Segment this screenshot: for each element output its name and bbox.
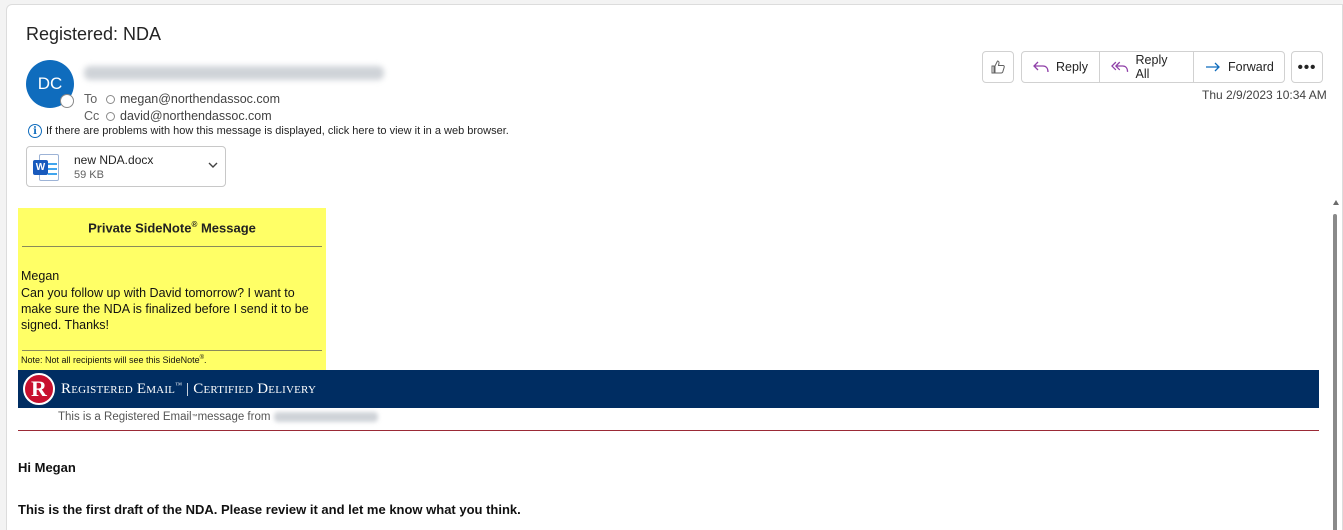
reply-all-button[interactable]: Reply All — [1100, 52, 1194, 82]
scroll-up-icon[interactable] — [1333, 200, 1339, 205]
more-icon: ••• — [1297, 58, 1317, 76]
cc-label: Cc — [84, 109, 100, 123]
cc-line: Cc david@northendassoc.com — [84, 109, 272, 123]
info-notice[interactable]: If there are problems with how this mess… — [46, 125, 509, 137]
to-recipient[interactable]: megan@northendassoc.com — [120, 92, 280, 106]
banner-divider — [18, 430, 1319, 431]
recipient-presence-icon — [106, 111, 115, 121]
recipient-presence-icon — [106, 94, 115, 104]
display-info-bar[interactable]: i If there are problems with how this me… — [28, 124, 509, 138]
sender-name-redacted[interactable] — [84, 66, 384, 80]
sidenote-recipient: Megan — [21, 269, 60, 283]
sidenote-body: Can you follow up with David tomorrow? I… — [21, 286, 309, 332]
chevron-down-icon[interactable] — [207, 159, 219, 171]
reply-icon — [1033, 61, 1049, 73]
sender-initials: DC — [37, 74, 63, 93]
registered-subtitle: This is a Registered Email ™ message from — [58, 411, 379, 423]
forward-label: Forward — [1228, 60, 1274, 74]
reply-label: Reply — [1056, 60, 1088, 74]
forward-button[interactable]: Forward — [1194, 52, 1284, 82]
sidenote-divider — [22, 246, 322, 247]
more-actions-button[interactable]: ••• — [1291, 51, 1323, 83]
like-button[interactable] — [982, 51, 1014, 83]
reply-all-label: Reply All — [1135, 53, 1168, 81]
sidenote-title: Private SideNote® Message — [88, 220, 256, 236]
sidenote-box: Private SideNote® Message Megan Can you … — [18, 208, 326, 370]
info-icon: i — [28, 124, 42, 138]
reply-button[interactable]: Reply — [1022, 52, 1100, 82]
message-subject: Registered: NDA — [26, 24, 162, 44]
registered-brand: Registered Email™ | Certified Delivery — [61, 380, 317, 397]
attachment-card[interactable]: W new NDA.docx 59 KB — [26, 146, 226, 187]
to-line: To megan@northendassoc.com — [84, 92, 280, 106]
reply-all-icon — [1111, 61, 1129, 72]
scrollbar-thumb[interactable] — [1333, 214, 1337, 530]
body-paragraph: This is the first draft of the NDA. Plea… — [18, 502, 521, 517]
presence-status-icon — [60, 94, 74, 108]
sidenote-divider — [22, 350, 322, 351]
to-label: To — [84, 92, 98, 106]
message-actions: Reply Reply All Forward — [1021, 51, 1285, 83]
sidenote-note: Note: Not all recipients will see this S… — [21, 355, 207, 365]
attachment-name: new NDA.docx — [74, 153, 154, 167]
registered-email-banner: R Registered Email™ | Certified Delivery — [18, 370, 1319, 408]
sender-redacted — [274, 412, 379, 422]
attachment-size: 59 KB — [74, 169, 104, 181]
forward-arrow-icon — [1206, 62, 1220, 72]
thumbs-up-icon — [991, 60, 1005, 74]
message-datetime: Thu 2/9/2023 10:34 AM — [1202, 88, 1327, 102]
vertical-scrollbar[interactable] — [1330, 200, 1343, 530]
registered-logo-icon: R — [23, 373, 55, 405]
cc-recipient[interactable]: david@northendassoc.com — [120, 109, 272, 123]
word-document-icon: W — [33, 154, 59, 181]
body-greeting: Hi Megan — [18, 460, 76, 475]
